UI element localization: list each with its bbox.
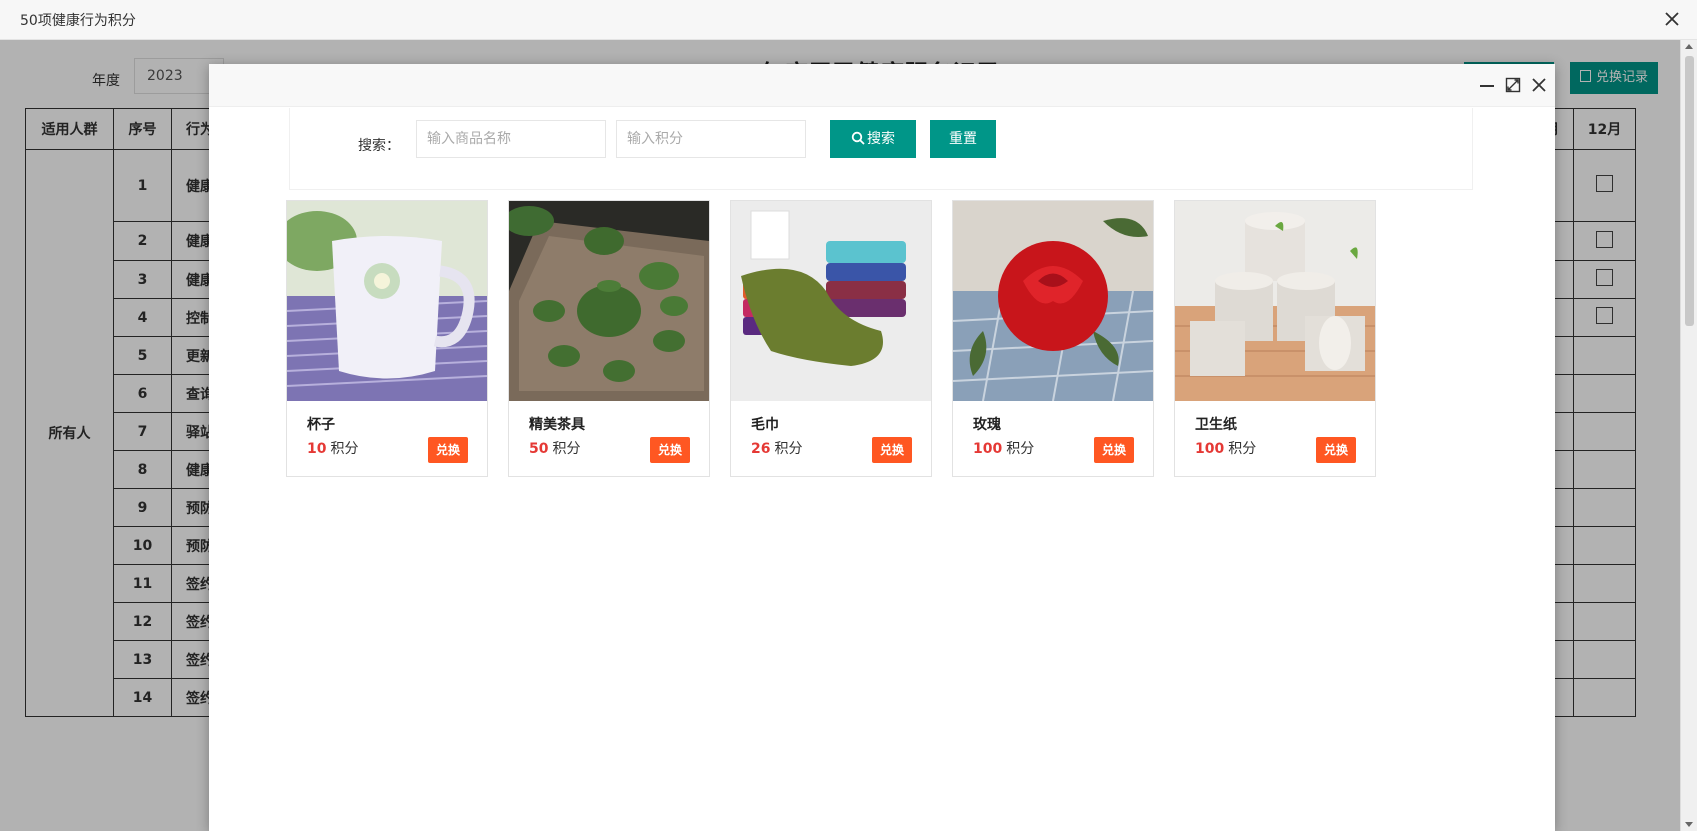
window-titlebar: 50项健康行为积分	[0, 0, 1697, 40]
product-points: 100 积分	[973, 441, 1035, 457]
scroll-up-icon[interactable]	[1685, 44, 1693, 49]
scroll-thumb[interactable]	[1685, 56, 1694, 326]
search-icon	[851, 131, 865, 145]
exchange-button[interactable]: 兑换	[428, 437, 468, 463]
product-name: 精美茶具	[529, 417, 585, 433]
window-close-icon[interactable]	[1661, 8, 1683, 30]
product-card: 卫生纸 100 积分 兑换	[1174, 200, 1376, 477]
modal-header	[209, 64, 1555, 107]
points-input[interactable]: 输入积分	[616, 120, 806, 158]
product-name: 卫生纸	[1195, 417, 1237, 433]
exchange-button[interactable]: 兑换	[1316, 437, 1356, 463]
scroll-down-icon[interactable]	[1685, 822, 1693, 827]
exchange-button[interactable]: 兑换	[650, 437, 690, 463]
exchange-button[interactable]: 兑换	[1094, 437, 1134, 463]
product-name: 玫瑰	[973, 417, 1001, 433]
exchange-button[interactable]: 兑换	[872, 437, 912, 463]
product-points: 100 积分	[1195, 441, 1257, 457]
minimize-icon[interactable]	[1478, 76, 1496, 94]
search-panel: 搜索： 输入商品名称 输入积分 搜索 重置	[289, 108, 1473, 190]
product-image-mug	[287, 201, 487, 401]
product-card: 精美茶具 50 积分 兑换	[508, 200, 710, 477]
product-name: 杯子	[307, 417, 335, 433]
product-points: 10 积分	[307, 441, 359, 457]
product-image-toilet-paper	[1175, 201, 1375, 401]
product-card: 玫瑰 100 积分 兑换	[952, 200, 1154, 477]
product-card: 毛巾 26 积分 兑换	[730, 200, 932, 477]
product-exchange-modal: 搜索： 输入商品名称 输入积分 搜索 重置 杯子 10 积分 兑换 精美茶具 5…	[209, 64, 1555, 831]
product-points: 26 积分	[751, 441, 803, 457]
product-image-towels	[731, 201, 931, 401]
product-name: 毛巾	[751, 417, 779, 433]
modal-close-icon[interactable]	[1530, 76, 1548, 94]
product-points: 50 积分	[529, 441, 581, 457]
product-image-tea-set	[509, 201, 709, 401]
search-button[interactable]: 搜索	[830, 120, 916, 158]
product-name-input[interactable]: 输入商品名称	[416, 120, 606, 158]
search-label: 搜索：	[358, 138, 400, 154]
product-image-rose	[953, 201, 1153, 401]
product-card: 杯子 10 积分 兑换	[286, 200, 488, 477]
search-button-label: 搜索	[867, 131, 895, 147]
maximize-icon[interactable]	[1504, 76, 1522, 94]
page-scrollbar[interactable]	[1680, 40, 1697, 831]
reset-button[interactable]: 重置	[930, 120, 996, 158]
window-title: 50项健康行为积分	[20, 13, 136, 29]
